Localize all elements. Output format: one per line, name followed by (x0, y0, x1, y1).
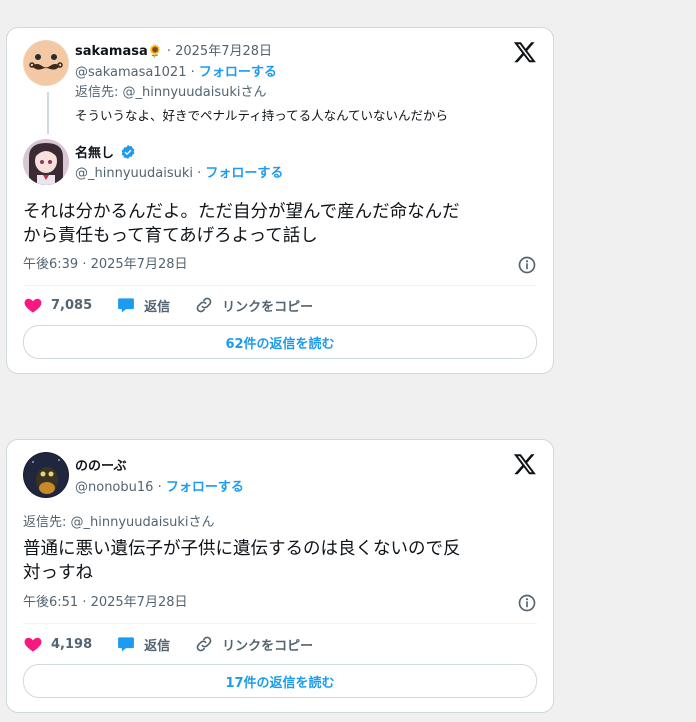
separator-dot: · (157, 480, 162, 495)
sunflower-emoji: 🌻 (147, 44, 163, 58)
like-count: 7,085 (51, 297, 93, 313)
avatar-image (23, 452, 69, 498)
separator-dot: · (190, 65, 195, 80)
reply-label: 返信 (144, 299, 171, 315)
tweet-text-line: 対っすね (23, 563, 93, 583)
avatar-sakamasa[interactable] (23, 40, 69, 86)
reply-label: 返信 (144, 638, 171, 654)
copy-link-button[interactable]: リンクをコピー (194, 634, 313, 654)
quoted-handle-row: @sakamasa1021 · フォローする (75, 64, 277, 82)
read-replies-button[interactable]: 62件の返信を読む (23, 325, 537, 359)
reply-bubble-icon (118, 298, 135, 313)
avatar-nanashi[interactable] (23, 139, 69, 185)
tweet-text: 普通に悪い遺伝子が子供に遺伝するのは良くないので反 対っすね (23, 537, 461, 585)
divider (23, 623, 537, 624)
copy-link-label: リンクをコピー (222, 299, 314, 315)
tweet-text-line: から責任もって育てあげろよって話し (23, 226, 318, 246)
separator-dot: · (197, 166, 202, 181)
tweet-timestamp[interactable]: 午後6:39 · 2025年7月28日 (23, 256, 188, 274)
author-handle[interactable]: @nonobu16 (75, 480, 153, 495)
author-handle-row: @nonobu16 · フォローする (75, 479, 244, 497)
quoted-author-name[interactable]: sakamasa (75, 44, 148, 59)
read-replies-button[interactable]: 17件の返信を読む (23, 664, 537, 698)
heart-icon (24, 298, 42, 313)
copy-link-button[interactable]: リンクをコピー (194, 295, 313, 315)
x-logo-icon[interactable] (513, 40, 537, 64)
reply-to[interactable]: 返信先: @_hinnyuudaisukiさん (23, 514, 215, 532)
tweet-card-2: ののーぶ @nonobu16 · フォローする 返信先: @_hinnyuuda… (6, 439, 554, 713)
divider (23, 285, 537, 286)
verified-badge-icon (121, 145, 135, 159)
action-bar: 4,198 返信 リンクをコピー (23, 633, 337, 655)
heart-icon (24, 637, 42, 652)
reply-button[interactable]: 返信 (116, 634, 170, 654)
author-name-row: 名無し (75, 144, 136, 163)
like-button[interactable]: 4,198 (23, 634, 92, 654)
quoted-reply-to[interactable]: 返信先: @_hinnyuudaisukiさん (75, 84, 267, 102)
action-bar: 7,085 返信 リンクをコピー (23, 294, 337, 316)
info-icon[interactable] (517, 255, 537, 275)
tweet-timestamp[interactable]: 午後6:51 · 2025年7月28日 (23, 594, 188, 612)
thread-connector-line (47, 92, 49, 134)
author-name[interactable]: ののーぶ (75, 459, 126, 474)
author-handle[interactable]: @_hinnyuudaisuki (75, 166, 193, 181)
follow-link-author[interactable]: フォローする (205, 166, 283, 181)
avatar-nonobu[interactable] (23, 452, 69, 498)
avatar-image (23, 139, 69, 185)
tweet-text: それは分かるんだよ。ただ自分が望んで産んだ命なんだ から責任もって育てあげろよっ… (23, 200, 460, 248)
link-icon (196, 636, 212, 652)
tweet-text-line: 普通に悪い遺伝子が子供に遺伝するのは良くないので反 (23, 539, 461, 559)
like-count: 4,198 (51, 636, 93, 652)
author-name-row: ののーぶ (75, 458, 126, 476)
reply-bubble-icon (118, 637, 135, 652)
reply-button[interactable]: 返信 (116, 295, 170, 315)
follow-link-author[interactable]: フォローする (166, 480, 244, 495)
quoted-text: そういうなよ、好きでペナルティ持ってる人なんていないんだから (75, 108, 449, 123)
follow-link-sakamasa[interactable]: フォローする (199, 65, 277, 80)
x-logo-icon[interactable] (513, 452, 537, 476)
tweet-text-line: それは分かるんだよ。ただ自分が望んで産んだ命なんだ (23, 202, 460, 222)
author-handle-row: @_hinnyuudaisuki · フォローする (75, 165, 283, 183)
avatar-image (23, 40, 69, 86)
tweet-card-1: sakamasa🌻 · 2025年7月28日 @sakamasa1021 · フ… (6, 27, 554, 374)
quoted-handle[interactable]: @sakamasa1021 (75, 65, 186, 80)
quoted-date[interactable]: · 2025年7月28日 (167, 44, 272, 59)
quoted-header: sakamasa🌻 · 2025年7月28日 (75, 42, 272, 61)
link-icon (196, 297, 212, 313)
copy-link-label: リンクをコピー (222, 638, 314, 654)
info-icon[interactable] (517, 593, 537, 613)
author-name[interactable]: 名無し (75, 146, 114, 161)
like-button[interactable]: 7,085 (23, 295, 92, 315)
